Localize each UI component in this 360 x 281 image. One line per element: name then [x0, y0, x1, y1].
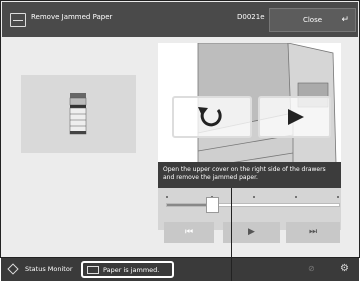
previous-button[interactable]: ⏮ — [164, 222, 214, 243]
close-button[interactable]: Close ↵ — [269, 8, 356, 32]
replay-button[interactable] — [172, 96, 252, 138]
printer-icon — [69, 93, 87, 135]
step-marker — [295, 196, 297, 198]
step-marker — [337, 196, 339, 198]
return-icon: ↵ — [341, 15, 349, 25]
step-marker — [166, 196, 168, 198]
settings-icon[interactable]: ⚙ — [340, 263, 349, 274]
next-button[interactable]: ⏭ — [286, 222, 340, 243]
document-icon — [10, 13, 26, 27]
instruction-caption: Open the upper cover on the right side o… — [158, 162, 341, 188]
next-icon: ⏭ — [308, 227, 318, 237]
status-bar: Status Monitor Paper is jammed. ⊘ ⚙ — [1, 258, 359, 281]
previous-icon: ⏮ — [184, 227, 194, 237]
progress-slider[interactable] — [166, 203, 340, 207]
signal-icon: ⊘ — [308, 264, 315, 273]
printer-overview-panel — [21, 75, 136, 153]
slider-thumb[interactable] — [206, 197, 219, 213]
step-marker — [253, 196, 255, 198]
screen-code: D0021e — [237, 13, 265, 21]
status-message: Paper is jammed. — [103, 266, 160, 274]
status-monitor-icon[interactable] — [7, 263, 19, 275]
replay-icon — [198, 107, 222, 127]
title-bar: Remove Jammed Paper D0021e Close ↵ — [2, 2, 358, 37]
close-button-label: Close — [302, 16, 323, 24]
play-icon — [288, 109, 304, 125]
page-title: Remove Jammed Paper — [31, 13, 113, 21]
play-icon: ▶ — [248, 227, 255, 237]
play-overlay-button[interactable] — [258, 96, 331, 138]
paper-jam-icon — [87, 266, 99, 274]
status-monitor-label[interactable]: Status Monitor — [25, 265, 73, 273]
callout-line — [231, 188, 232, 281]
status-message-box[interactable]: Paper is jammed. — [81, 261, 174, 278]
